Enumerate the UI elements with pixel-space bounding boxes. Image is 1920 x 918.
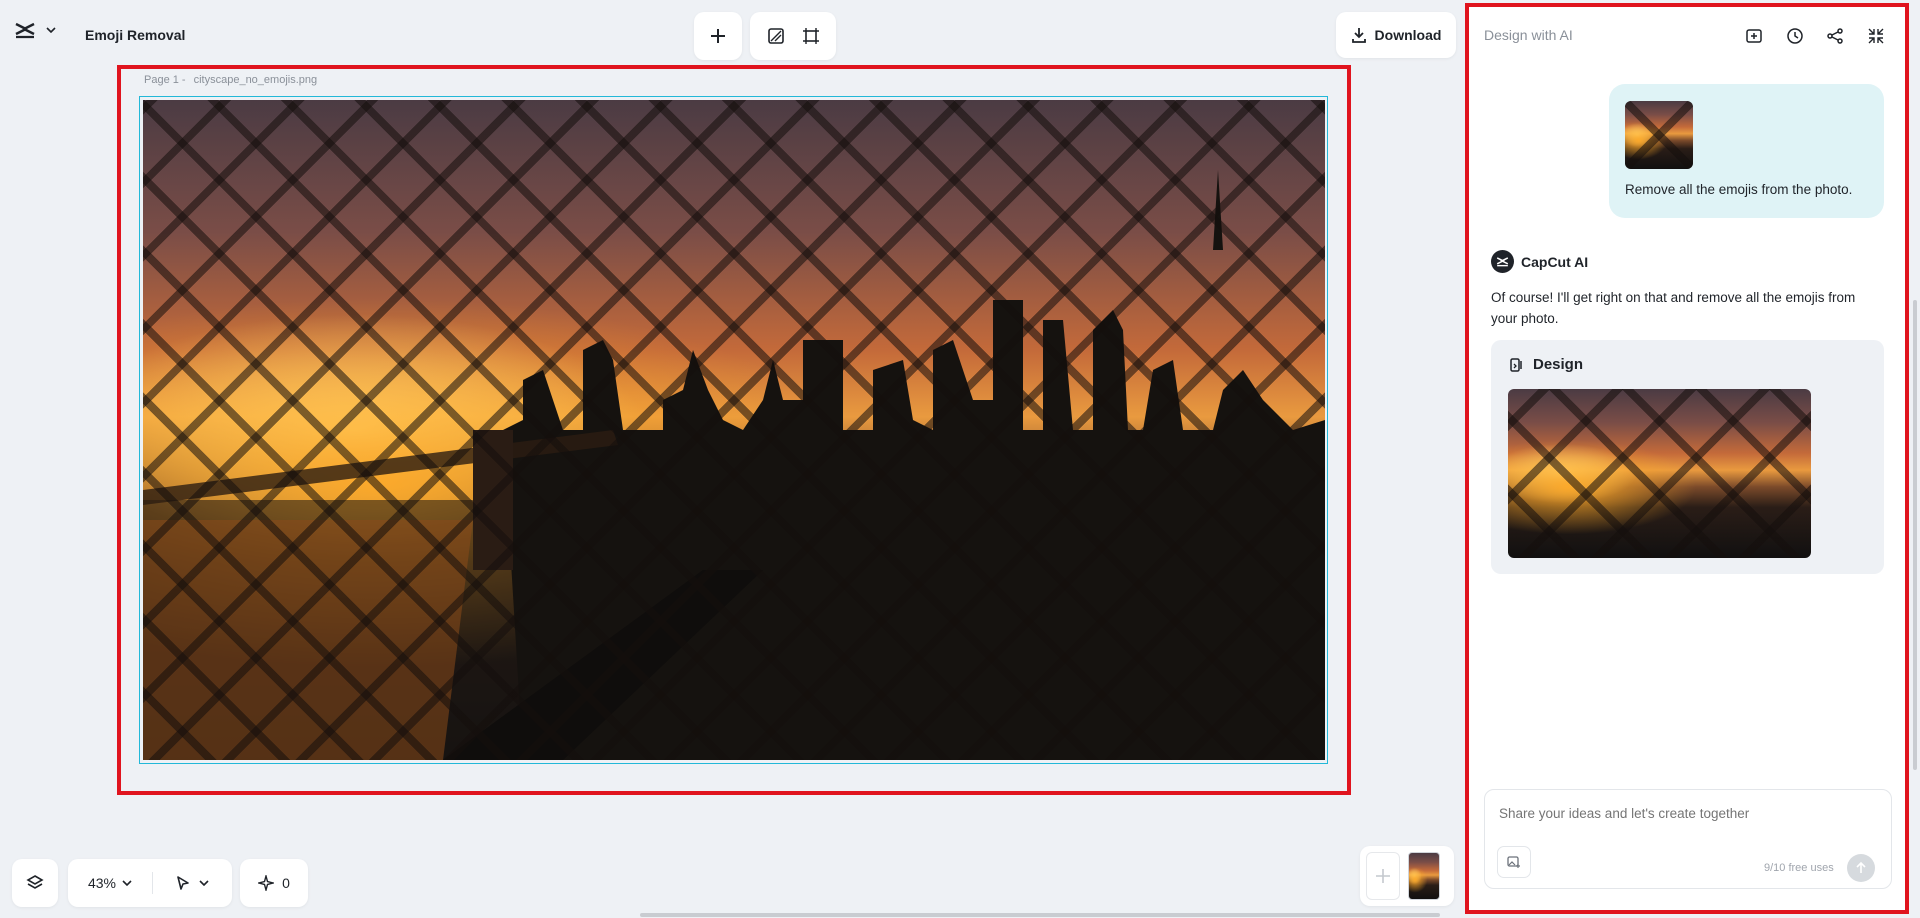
add-page-button[interactable]: [1366, 852, 1400, 900]
upload-image-button[interactable]: [1497, 846, 1531, 878]
chat-input-box: 9/10 free uses: [1484, 789, 1892, 889]
free-uses-counter: 9/10 free uses: [1764, 862, 1834, 874]
assistant-header: CapCut AI: [1491, 250, 1588, 273]
add-button[interactable]: [694, 12, 742, 60]
credits-count: 0: [282, 875, 290, 891]
chevron-down-icon: [122, 880, 132, 886]
resize-icon[interactable]: [796, 21, 826, 51]
new-chat-icon[interactable]: [1740, 22, 1768, 50]
project-title[interactable]: Emoji Removal: [85, 27, 185, 43]
cityscape-image[interactable]: [143, 100, 1325, 760]
app-menu[interactable]: [14, 18, 66, 42]
user-message-bubble: Remove all the emojis from the photo.: [1609, 84, 1884, 218]
download-button[interactable]: Download: [1336, 12, 1456, 58]
chat-input[interactable]: [1499, 802, 1879, 824]
layers-button[interactable]: [12, 859, 58, 907]
design-card-title: Design: [1533, 356, 1584, 373]
design-icon: [1509, 357, 1525, 373]
download-label: Download: [1374, 27, 1442, 43]
share-icon[interactable]: [1821, 22, 1849, 50]
page-thumbnail[interactable]: [1408, 852, 1440, 900]
zoom-level: 43%: [87, 875, 117, 891]
image-upload-icon: [1507, 855, 1521, 869]
fence-overlay: [1625, 101, 1693, 169]
page-thumbnails: [1360, 846, 1454, 906]
user-attachment-thumbnail[interactable]: [1625, 101, 1693, 169]
page-label: Page 1 - cityscape_no_emojis.png: [144, 74, 317, 86]
plus-icon: [710, 28, 726, 44]
page-file-name[interactable]: cityscape_no_emojis.png: [194, 74, 318, 86]
ai-panel-actions: [1740, 22, 1890, 50]
send-button[interactable]: [1847, 854, 1875, 882]
chevron-down-icon: [46, 27, 56, 33]
user-message-text: Remove all the emojis from the photo.: [1625, 182, 1853, 197]
canvas-toolbar: [750, 12, 836, 60]
credits-button[interactable]: 0: [240, 859, 308, 907]
panel-scrollbar[interactable]: [1913, 300, 1917, 770]
capcut-logo-icon: [14, 21, 36, 39]
design-card-header: Design: [1509, 356, 1583, 373]
history-icon[interactable]: [1781, 22, 1809, 50]
page-number-label: Page 1 -: [144, 74, 186, 86]
sparkle-icon: [258, 875, 275, 891]
pointer-icon: [175, 875, 191, 891]
chevron-down-icon: [199, 880, 209, 886]
fence-overlay: [1508, 389, 1811, 558]
design-result-image[interactable]: [1508, 389, 1811, 558]
zoom-and-pointer-group: 43%: [68, 859, 232, 907]
design-result-card[interactable]: Design: [1491, 340, 1884, 574]
collapse-icon[interactable]: [1862, 22, 1890, 50]
pointer-tool-dropdown[interactable]: [153, 859, 231, 907]
capcut-avatar-icon: [1491, 250, 1514, 273]
layers-icon: [26, 874, 44, 892]
arrow-up-icon: [1855, 862, 1867, 874]
zoom-dropdown[interactable]: 43%: [68, 859, 152, 907]
assistant-message-text: Of course! I'll get right on that and re…: [1491, 290, 1856, 326]
assistant-name: CapCut AI: [1521, 253, 1589, 270]
ai-panel-title: Design with AI: [1484, 27, 1573, 43]
background-icon[interactable]: [761, 21, 791, 51]
horizontal-scrollbar[interactable]: [640, 913, 1440, 917]
download-icon: [1351, 27, 1367, 43]
plus-icon: [1375, 868, 1391, 884]
fence-overlay: [143, 100, 1325, 760]
